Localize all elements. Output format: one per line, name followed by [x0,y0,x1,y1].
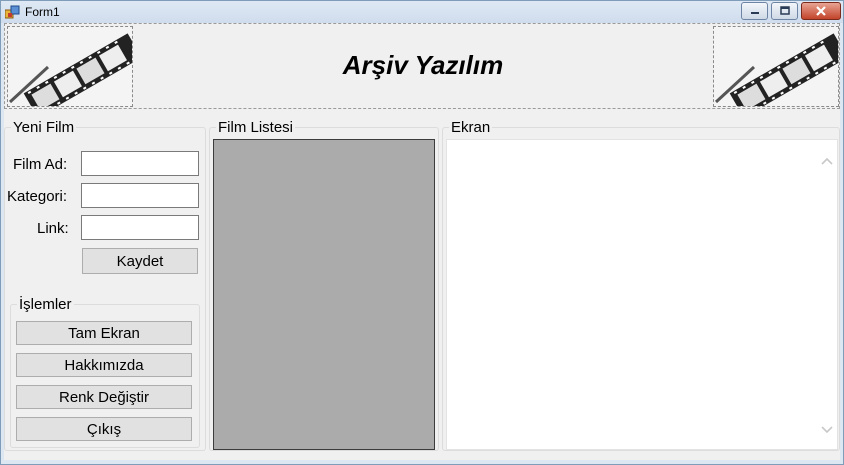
link-input[interactable] [81,215,199,240]
film-list-group: Film Listesi [209,119,439,451]
save-button[interactable]: Kaydet [82,248,198,274]
new-film-group-label: Yeni Film [11,119,77,136]
category-input[interactable] [81,183,199,208]
fullscreen-button[interactable]: Tam Ekran [16,321,192,345]
scroll-down-icon[interactable] [821,425,833,435]
film-list-group-label: Film Listesi [216,119,296,136]
screen-panel[interactable] [446,139,838,450]
new-film-group: Yeni Film Film Ad: Kategori: Link: Kayde… [4,119,206,451]
exit-button[interactable]: Çıkış [16,417,192,441]
link-label: Link: [37,220,69,237]
app-icon [5,5,20,19]
close-icon [816,6,826,16]
close-button[interactable] [801,2,841,20]
about-button[interactable]: Hakkımızda [16,353,192,377]
operations-group-label: İşlemler [17,296,74,313]
maximize-icon [779,6,790,15]
film-strip-image-right [713,26,844,118]
screen-group-label: Ekran [449,119,493,136]
film-listbox[interactable] [213,139,435,450]
form-client-area: Arşiv Yazılım Yeni Film Film Ad: Kategor… [4,23,844,460]
maximize-button[interactable] [771,2,798,20]
window-title: Form1 [25,5,60,19]
header-banner: Arşiv Yazılım [4,23,844,118]
app-window: Form1 Arşiv Yazılım Yeni Film Film Ad: K… [0,0,844,465]
film-name-label: Film Ad: [13,156,68,173]
minimize-button[interactable] [741,2,768,20]
category-label: Kategori: [7,188,68,205]
screen-group: Ekran [442,119,840,451]
film-name-input[interactable] [81,151,199,176]
film-strip-icon [714,33,844,118]
change-color-button[interactable]: Renk Değiştir [16,385,192,409]
minimize-icon [750,12,759,14]
title-bar[interactable]: Form1 [1,1,843,23]
operations-group: İşlemler Tam Ekran Hakkımızda Renk Değiş… [10,296,200,448]
scroll-up-icon[interactable] [821,156,833,166]
